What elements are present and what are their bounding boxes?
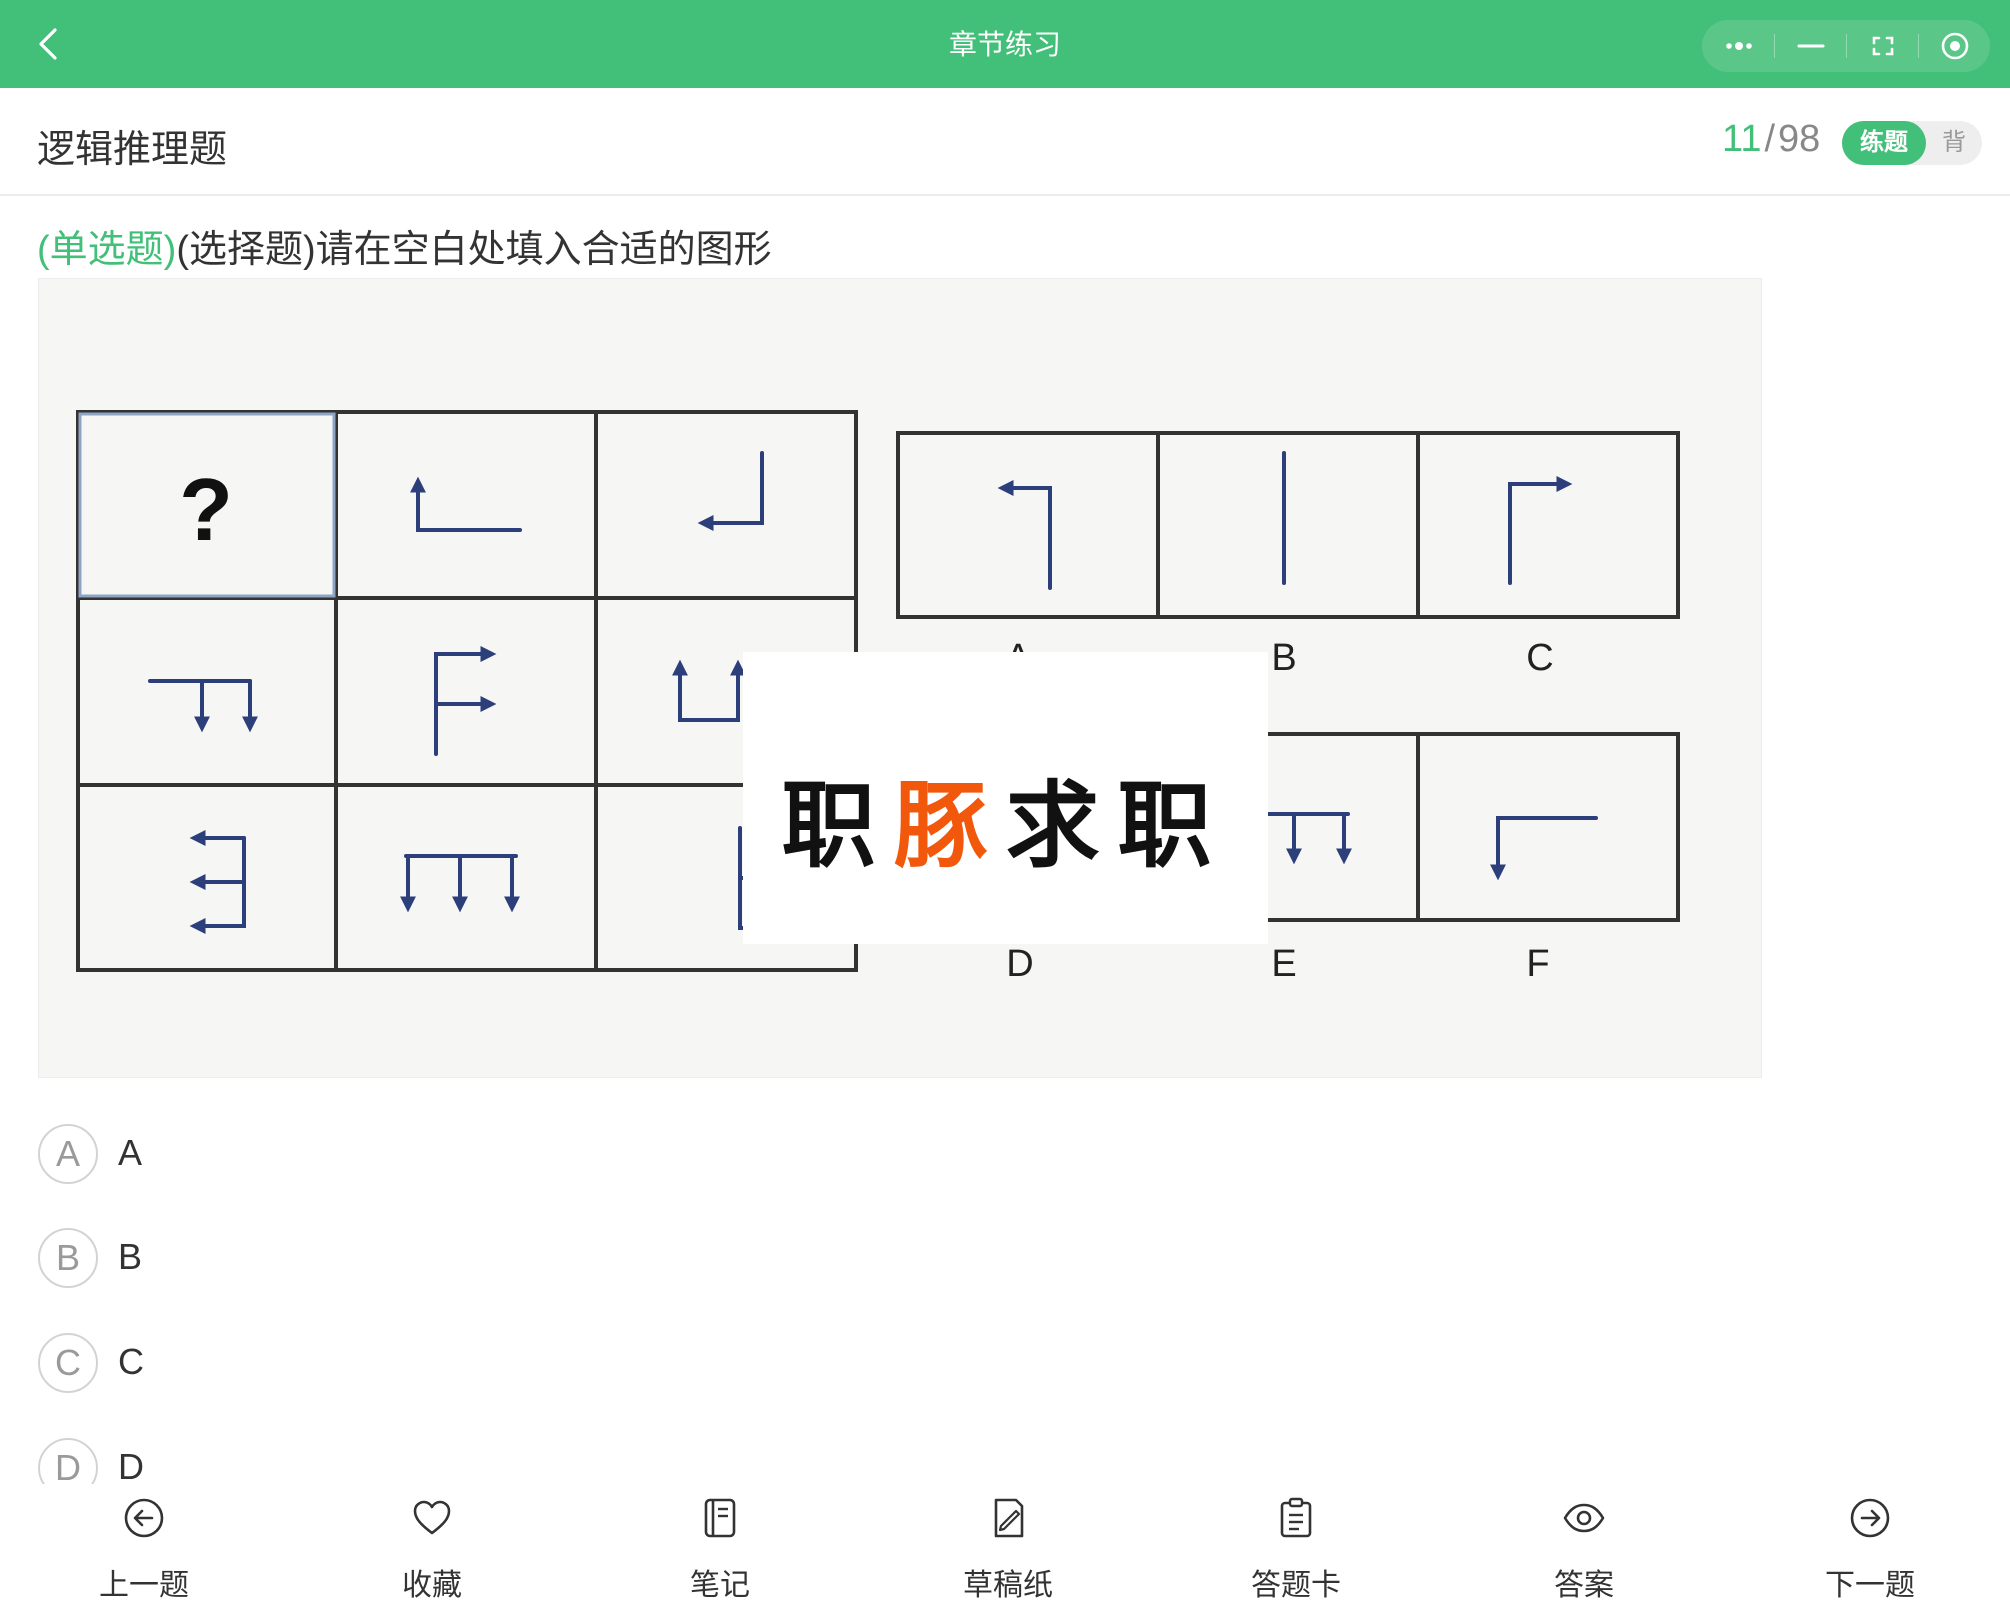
notebook-icon <box>704 1498 736 1538</box>
grid-question-mark: ? <box>179 460 233 559</box>
answer-card-label: 答题卡 <box>1251 1569 1341 1602</box>
grid-glyphs <box>148 451 782 934</box>
figure-label-d: D <box>1006 943 1033 985</box>
close-circle-icon <box>1941 32 1969 60</box>
scratch-paper-button[interactable]: 草稿纸 <box>918 1484 1098 1602</box>
option-label: B <box>118 1236 143 1277</box>
eye-icon <box>1563 1503 1605 1533</box>
window-controls <box>1702 20 1990 72</box>
option-d[interactable]: D D <box>38 1438 638 1484</box>
mode-toggle[interactable]: 练题 背 <box>1842 121 1982 165</box>
question-body: (选择题)请在空白处填入合适的图形 <box>176 229 772 271</box>
answer-card-button[interactable]: 答题卡 <box>1206 1484 1386 1602</box>
top-app-bar: 章节练习 <box>0 0 2010 88</box>
answer-options: A A B B C C D D <box>0 1110 2010 1484</box>
option-label: C <box>118 1341 144 1382</box>
figure-label-e: E <box>1271 943 1296 985</box>
arrow-right-circle-icon <box>1850 1498 1890 1538</box>
show-answer-button[interactable]: 答案 <box>1494 1484 1674 1602</box>
option-label: D <box>118 1446 144 1484</box>
option-label: A <box>118 1132 143 1173</box>
notes-label: 笔记 <box>690 1569 750 1602</box>
prev-question-button[interactable]: 上一题 <box>54 1484 234 1602</box>
close-button[interactable] <box>1918 20 1990 72</box>
figure-label-b: B <box>1271 637 1296 679</box>
prev-question-label: 上一题 <box>99 1569 189 1602</box>
question-progress: 11/98 <box>1722 118 1820 161</box>
progress-current: 11 <box>1722 118 1762 160</box>
option-b[interactable]: B B <box>38 1228 638 1290</box>
option-letter-circle: B <box>38 1228 98 1288</box>
option-letter-circle: D <box>38 1438 98 1484</box>
figure-label-f: F <box>1526 943 1549 985</box>
option-c[interactable]: C C <box>38 1333 638 1395</box>
option-letter-circle: A <box>38 1124 98 1184</box>
subject-title: 逻辑推理题 <box>37 129 228 171</box>
mode-practice-tab[interactable]: 练题 <box>1842 121 1926 165</box>
option-glyphs-row2 <box>1266 812 1598 881</box>
more-button[interactable] <box>1702 20 1774 72</box>
watermark-text-1: 职 <box>781 773 894 878</box>
question-type: (单选题) <box>37 229 177 271</box>
minimize-button[interactable] <box>1774 20 1846 72</box>
restore-button[interactable] <box>1846 20 1918 72</box>
question-text: (单选题)(选择题)请在空白处填入合适的图形 <box>37 218 772 273</box>
progress-separator: / <box>1764 118 1776 160</box>
scratch-paper-label: 草稿纸 <box>963 1569 1053 1602</box>
next-question-label: 下一题 <box>1825 1569 1915 1602</box>
next-question-button[interactable]: 下一题 <box>1780 1484 1960 1602</box>
progress-total: 98 <box>1778 118 1821 160</box>
option-a[interactable]: A A <box>38 1124 638 1186</box>
mode-memorize-tab[interactable]: 背 <box>1934 121 1974 165</box>
watermark-logo: 职豚求职 <box>743 652 1268 944</box>
watermark-text-2: 豚 <box>893 773 1006 878</box>
watermark-text-3: 求职 <box>1005 773 1230 878</box>
scratch-paper-icon <box>994 1498 1024 1538</box>
subject-header: 逻辑推理题 11/98 练题 背 <box>0 88 2010 196</box>
clipboard-list-icon <box>1280 1497 1312 1538</box>
option-boxes-row1 <box>896 431 1680 619</box>
more-dots-icon <box>1726 42 1752 50</box>
minimize-icon <box>1797 44 1825 48</box>
heart-icon <box>413 1500 451 1535</box>
bottom-toolbar: 上一题 收藏 笔记 草稿纸 答题卡 答案 下一题 <box>0 1484 2010 1602</box>
show-answer-label: 答案 <box>1554 1569 1614 1602</box>
favorite-label: 收藏 <box>402 1569 462 1602</box>
figure-label-c: C <box>1526 637 1553 679</box>
option-letter-circle: C <box>38 1333 98 1393</box>
arrow-left-circle-icon <box>124 1498 164 1538</box>
restore-icon <box>1872 36 1894 56</box>
option-glyphs-row1 <box>997 451 1573 590</box>
favorite-button[interactable]: 收藏 <box>342 1484 522 1602</box>
notes-button[interactable]: 笔记 <box>630 1484 810 1602</box>
